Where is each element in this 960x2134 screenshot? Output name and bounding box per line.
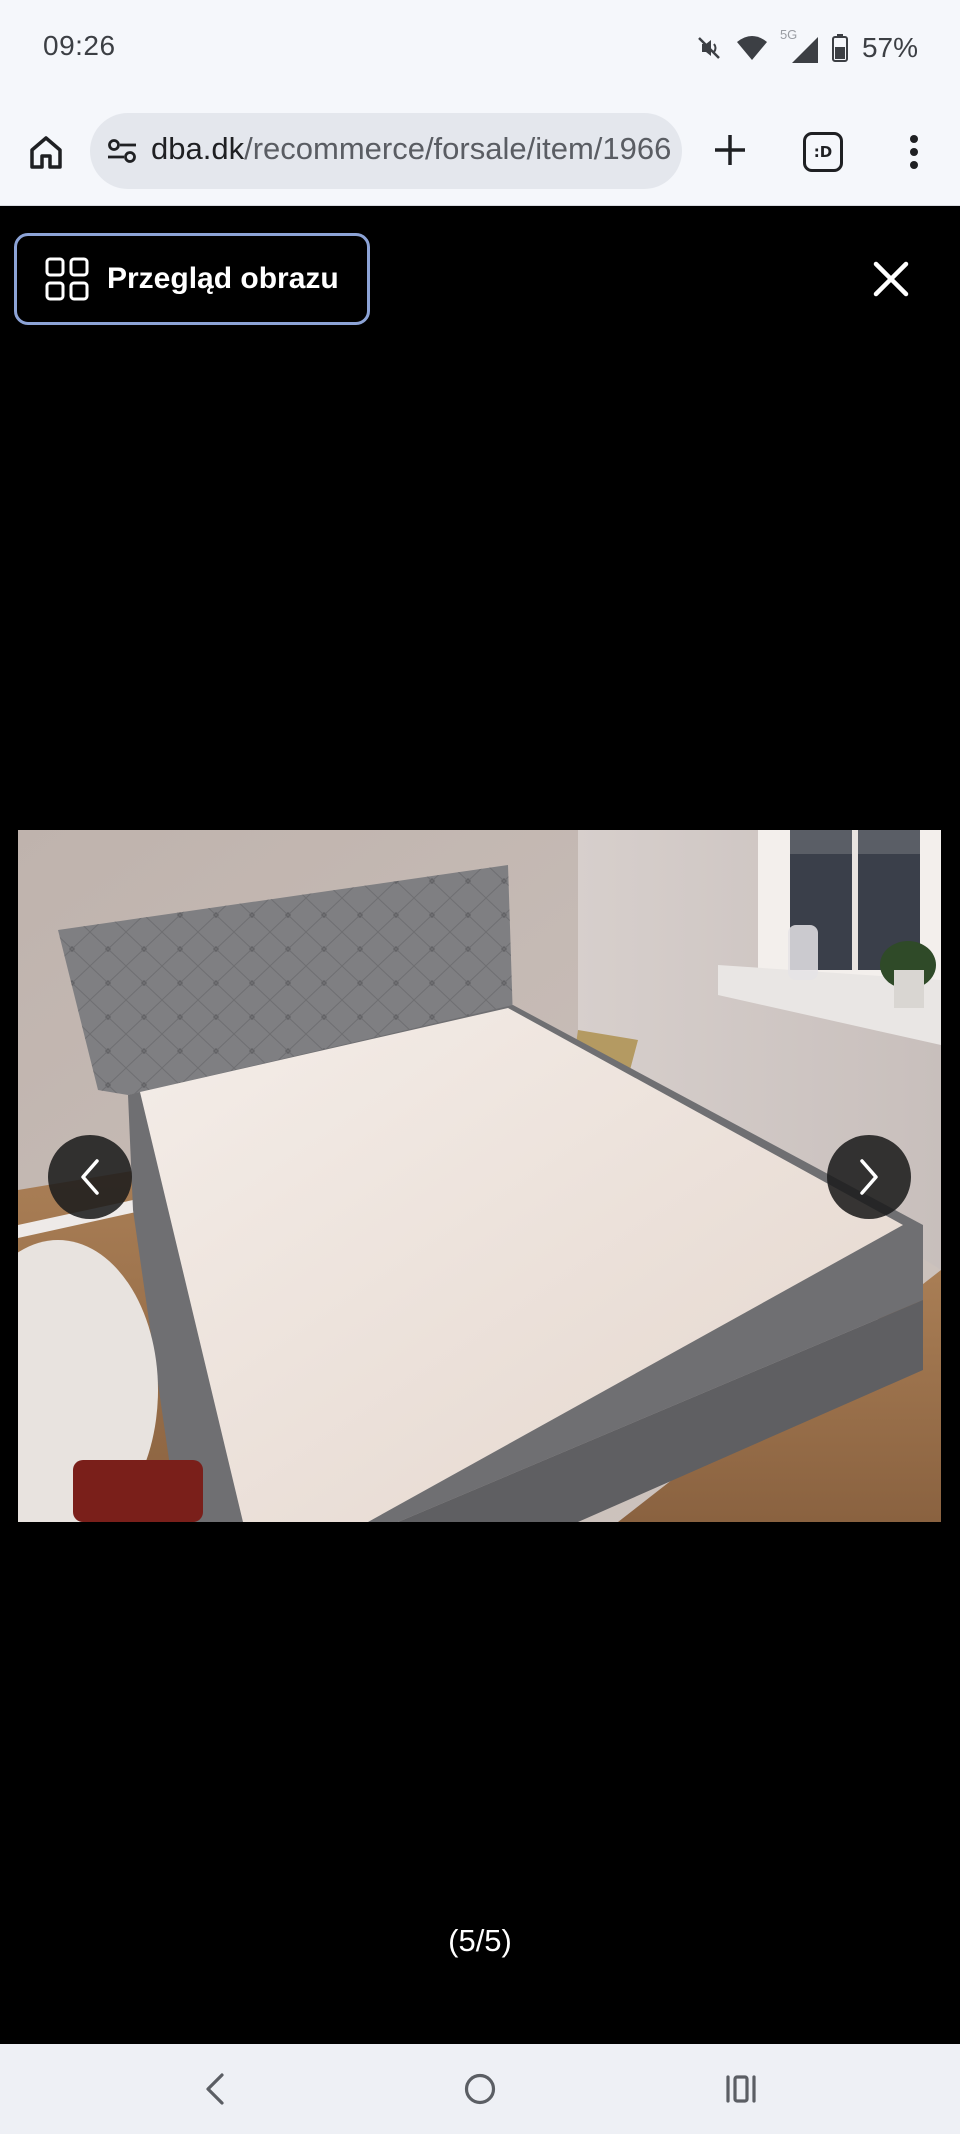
chevron-right-icon [860,1159,878,1195]
status-time: 09:26 [43,30,116,61]
system-home-button[interactable] [457,2066,503,2112]
recents-icon [726,2075,756,2103]
next-image-button[interactable] [827,1135,911,1219]
address-bar[interactable]: dba.dk/recommerce/forsale/item/1966 [90,113,682,189]
home-circle-icon [464,2073,496,2105]
plus-icon [715,135,745,165]
grid-icon [45,257,89,301]
site-settings-icon[interactable] [106,135,138,167]
tabs-badge: :D [813,143,833,161]
previous-image-button[interactable] [48,1135,132,1219]
system-nav-bar [0,2044,960,2134]
image-viewer: Przegląd obrazu (5/5) [0,206,960,2044]
tabs-button[interactable]: :D [803,132,843,172]
status-bar: 09:26 5G 57% [0,0,960,98]
home-button[interactable] [22,128,70,176]
chevron-left-icon [81,1159,99,1195]
new-tab-button[interactable] [706,126,754,174]
battery-icon [831,34,848,62]
url-text[interactable]: dba.dk/recommerce/forsale/item/1966 [151,131,671,167]
browser-toolbar: dba.dk/recommerce/forsale/item/1966 :D [0,98,960,206]
overflow-menu-icon [910,135,918,169]
image-counter: (5/5) [448,1923,512,1958]
close-icon[interactable] [868,256,914,302]
overflow-menu-button[interactable] [896,128,932,176]
home-icon [30,136,62,169]
image-overview-button[interactable]: Przegląd obrazu [14,233,370,325]
signal-icon: 5G [780,27,820,65]
battery-percent: 57% [861,32,918,63]
status-indicators: 5G 57% [694,27,918,68]
system-back-button[interactable] [192,2066,238,2112]
wifi-icon [736,34,768,62]
back-icon [206,2073,224,2105]
mute-vibrate-icon [694,33,724,63]
listing-photo [18,830,941,1522]
url-host: dba.dk [151,131,245,166]
system-recents-button[interactable] [718,2066,764,2112]
overview-label: Przegląd obrazu [107,262,339,295]
url-path: /recommerce/forsale/item/1966 [244,131,672,166]
